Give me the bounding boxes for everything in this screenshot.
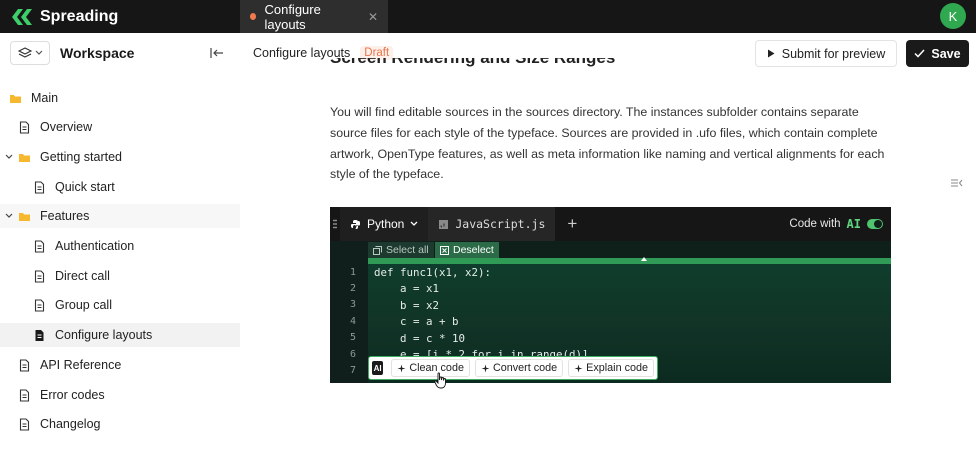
sidebar-header: Workspace — [0, 33, 240, 73]
folder-icon — [19, 153, 30, 162]
code-line: d = c * 10 — [374, 332, 466, 345]
chevron-down-icon — [35, 50, 42, 55]
chevron-down-icon[interactable] — [5, 154, 13, 160]
tab-configure-layouts[interactable]: Configure layouts ✕ — [240, 0, 388, 33]
drag-handle-icon[interactable] — [330, 207, 340, 241]
document-icon — [34, 239, 45, 253]
document-icon — [19, 417, 30, 431]
python-icon — [351, 219, 360, 229]
tab-javascript[interactable]: JavaScript.js — [428, 207, 556, 241]
hand-cursor-icon — [434, 372, 446, 389]
play-icon — [767, 49, 775, 58]
workspace-title: Workspace — [60, 45, 135, 61]
section-heading: Screen Rendering and Size Ranges — [330, 58, 615, 74]
top-bar: Spreading Configure layouts ✕ K — [0, 0, 976, 33]
layers-icon — [17, 47, 32, 58]
content-paragraph: You will find editable sources in the so… — [330, 105, 885, 182]
line-number: 6 — [349, 349, 356, 360]
selection-bar: Select all Deselect — [368, 242, 891, 258]
sparkle-icon — [481, 364, 490, 372]
line-number: 1 — [349, 267, 356, 278]
line-number: 5 — [349, 332, 356, 343]
sidebar-item-features[interactable]: Features — [0, 204, 240, 228]
document-icon — [34, 298, 45, 312]
spreading-logo-icon — [12, 8, 32, 25]
code-line: b = x2 — [374, 299, 440, 312]
unsaved-dot-icon — [250, 13, 257, 20]
document-icon — [34, 269, 45, 283]
app-name: Spreading — [40, 7, 119, 25]
code-line: a = x1 — [374, 282, 440, 295]
check-icon — [914, 49, 925, 58]
line-gutter: 1 2 3 4 5 6 7 — [330, 241, 368, 383]
chevron-down-icon[interactable] — [5, 213, 13, 219]
submit-for-preview-button[interactable]: Submit for preview — [755, 40, 897, 67]
ai-toggle-switch[interactable] — [867, 219, 883, 229]
sidebar-item-configure-layouts[interactable]: Configure layouts — [0, 323, 240, 347]
sparkle-icon — [397, 364, 406, 372]
folder-icon — [10, 94, 21, 103]
line-number: 2 — [349, 283, 356, 294]
select-all-icon — [373, 245, 382, 255]
explain-code-button[interactable]: Explain code — [568, 359, 654, 377]
sidebar-item-error-codes[interactable]: Error codes — [0, 383, 240, 407]
sidebar-item-authentication[interactable]: Authentication — [0, 234, 240, 258]
brand[interactable]: Spreading — [0, 0, 240, 33]
save-button[interactable]: Save — [906, 40, 969, 67]
line-number: 3 — [349, 299, 356, 310]
chevron-down-icon — [410, 221, 418, 226]
sidebar-item-changelog[interactable]: Changelog — [0, 412, 240, 436]
sidebar-item-main[interactable]: Main — [0, 86, 240, 110]
sidebar-item-quick-start[interactable]: Quick start — [0, 175, 240, 199]
deselect-button[interactable]: Deselect — [435, 242, 499, 258]
sidebar-item-getting-started[interactable]: Getting started — [0, 145, 240, 169]
code-line: c = a + b — [374, 315, 459, 328]
sidebar-item-group-call[interactable]: Group call — [0, 293, 240, 317]
sidebar-item-api-reference[interactable]: API Reference — [0, 353, 240, 377]
code-line: def func1(x1, x2): — [374, 266, 492, 279]
line-number: 7 — [349, 365, 356, 376]
add-tab-icon[interactable]: + — [555, 214, 589, 234]
document-icon — [19, 120, 30, 134]
outline-toggle-icon[interactable] — [950, 178, 963, 191]
sidebar-item-overview[interactable]: Overview — [0, 115, 240, 139]
convert-code-button[interactable]: Convert code — [474, 359, 564, 377]
code-with-ai-toggle[interactable]: Code with AI — [789, 217, 883, 231]
document-icon — [19, 388, 30, 402]
document-filled-icon — [35, 329, 44, 341]
line-number: 4 — [349, 316, 356, 327]
tab-label: Configure layouts — [264, 1, 321, 32]
sidebar-item-direct-call[interactable]: Direct call — [0, 264, 240, 288]
avatar[interactable]: K — [940, 3, 966, 29]
code-tabs: Python JavaScript.js + Code with AI — [330, 207, 891, 241]
ai-actions-toolbar: AI Clean code Convert code Explain code — [368, 356, 658, 380]
caret-up-icon[interactable] — [641, 257, 647, 261]
ai-label: AI — [846, 217, 861, 231]
folder-icon — [19, 212, 30, 221]
sidebar: Workspace Main Overview Getting started … — [0, 33, 240, 457]
workspace-switcher-button[interactable] — [10, 41, 50, 65]
javascript-file-icon — [439, 219, 449, 229]
deselect-icon — [440, 245, 449, 255]
document-icon — [19, 358, 30, 372]
sparkle-icon — [574, 364, 583, 372]
close-icon[interactable]: ✕ — [368, 10, 378, 24]
tab-python[interactable]: Python — [340, 207, 429, 241]
document-icon — [34, 180, 45, 194]
collapse-sidebar-icon[interactable] — [210, 47, 224, 59]
ai-badge: AI — [372, 361, 384, 375]
select-all-button[interactable]: Select all — [368, 242, 434, 258]
clean-code-button[interactable]: Clean code — [391, 359, 470, 377]
